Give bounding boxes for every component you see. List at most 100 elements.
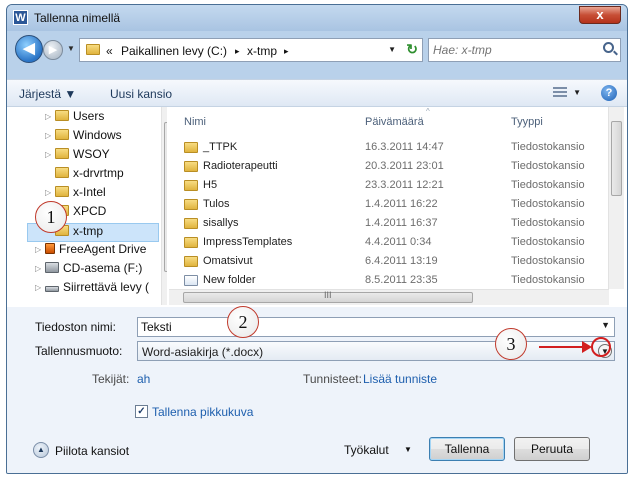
tools-menu[interactable]: Työkalut [344, 443, 389, 457]
nav-item-windows[interactable]: ▷ Windows [45, 128, 122, 147]
hide-folders-icon[interactable]: ▲ [33, 442, 49, 458]
expand-icon[interactable]: ▷ [45, 131, 55, 140]
navigation-bar: ◀ ▶ ▼ « Paikallinen levy (C:) ▸ x-tmp ▸ … [7, 31, 627, 71]
scrollbar-thumb[interactable] [164, 122, 167, 272]
annotation-marker-3: 3 [495, 328, 527, 360]
search-input[interactable] [433, 40, 593, 60]
tags-label: Tunnisteet: [303, 372, 362, 386]
table-row[interactable]: New folder 8.5.2011 23:35 Tiedostokansio [169, 271, 609, 290]
breadcrumb-separator[interactable]: ▸ [284, 46, 289, 57]
column-header-type[interactable]: Tyyppi [511, 116, 543, 128]
table-row[interactable]: _TTPK 16.3.2011 14:47 Tiedostokansio [169, 138, 609, 157]
table-row[interactable]: Tulos 1.4.2011 16:22 Tiedostokansio [169, 195, 609, 214]
filename-dropdown-icon[interactable]: ▼ [601, 320, 610, 330]
folder-icon [184, 256, 198, 267]
view-options-icon[interactable] [553, 87, 567, 98]
table-row[interactable]: sisallys 1.4.2011 16:37 Tiedostokansio [169, 214, 609, 233]
file-date: 1.4.2011 16:37 [365, 217, 438, 229]
cancel-button[interactable]: Peruuta [514, 437, 590, 461]
file-list-horizontal-scrollbar[interactable]: III [169, 289, 609, 305]
organize-menu[interactable]: Järjestä ▼ [19, 87, 76, 101]
breadcrumb-drive[interactable]: Paikallinen levy (C:) [121, 44, 227, 58]
breadcrumb-overflow[interactable]: « [106, 44, 113, 58]
breadcrumb-folder[interactable]: x-tmp [247, 44, 277, 58]
folder-icon [86, 44, 100, 55]
nav-item-label: WSOY [73, 147, 110, 161]
file-type: Tiedostokansio [511, 274, 585, 286]
file-date: 6.4.2011 13:19 [365, 255, 438, 267]
forward-button[interactable]: ▶ [43, 40, 63, 60]
expand-icon[interactable]: ▷ [45, 150, 55, 159]
save-as-dialog: W Tallenna nimellä x ◀ ▶ ▼ « Paikallinen… [6, 4, 628, 474]
add-tag-link[interactable]: Lisää tunniste [363, 372, 437, 386]
file-name: ImpressTemplates [203, 236, 293, 248]
nav-item-label: XPCD [73, 204, 107, 218]
filename-field[interactable]: ▼ [137, 317, 615, 337]
new-folder-button[interactable]: Uusi kansio [110, 87, 172, 101]
nav-item-users[interactable]: ▷ Users [45, 109, 104, 128]
breadcrumb-separator[interactable]: ▸ [235, 46, 240, 57]
file-type: Tiedostokansio [511, 217, 585, 229]
file-list: ^ Nimi Päivämäärä Tyyppi _TTPK 16.3.2011… [169, 107, 624, 305]
history-dropdown-icon[interactable]: ▼ [67, 44, 75, 53]
nav-item-label: Siirrettävä levy ( [63, 280, 150, 294]
file-list-vertical-scrollbar[interactable] [608, 107, 624, 289]
column-header-date[interactable]: Päivämäärä [365, 116, 424, 128]
table-row[interactable]: ImpressTemplates 4.4.2011 0:34 Tiedostok… [169, 233, 609, 252]
table-row[interactable]: Radioterapeutti 20.3.2011 23:01 Tiedosto… [169, 157, 609, 176]
savetype-select[interactable]: Word-asiakirja (*.docx) ▼ [137, 341, 615, 361]
address-dropdown-icon[interactable]: ▼ [388, 45, 396, 54]
nav-item-freeagent-drive[interactable]: ▷ FreeAgent Drive [35, 242, 146, 261]
nav-item-cd-drive[interactable]: ▷ CD-asema (F:) [35, 261, 142, 280]
file-date: 8.5.2011 23:35 [365, 274, 438, 286]
authors-label: Tekijät: [92, 372, 130, 386]
title-bar: W Tallenna nimellä x [7, 5, 627, 31]
folder-icon [184, 180, 198, 191]
address-bar[interactable]: « Paikallinen levy (C:) ▸ x-tmp ▸ ▼ ↻ [79, 38, 423, 62]
tools-dropdown-icon[interactable]: ▼ [404, 445, 412, 454]
file-name: Omatsivut [203, 255, 253, 267]
filename-label: Tiedoston nimi: [35, 320, 116, 334]
expand-icon[interactable]: ▷ [45, 112, 55, 121]
file-type: Tiedostokansio [511, 160, 585, 172]
folder-icon [184, 161, 198, 172]
table-row[interactable]: H5 23.3.2011 12:21 Tiedostokansio [169, 176, 609, 195]
file-date: 1.4.2011 16:22 [365, 198, 438, 210]
nav-item-label: x-drvrtmp [73, 166, 124, 180]
column-header-name[interactable]: Nimi [184, 116, 206, 128]
search-icon[interactable] [603, 42, 614, 53]
window-title: Tallenna nimellä [34, 11, 121, 25]
scrollbar-thumb[interactable] [611, 121, 622, 196]
nav-pane-scrollbar[interactable] [161, 107, 167, 305]
file-date: 16.3.2011 14:47 [365, 141, 444, 153]
view-dropdown-icon[interactable]: ▼ [573, 88, 581, 97]
file-name: Tulos [203, 198, 230, 210]
back-button[interactable]: ◀ [15, 35, 43, 63]
save-thumbnail-label[interactable]: Tallenna pikkukuva [152, 405, 253, 419]
new-folder-icon [184, 275, 198, 286]
scrollbar-thumb[interactable]: III [183, 290, 473, 303]
nav-item-wsoy[interactable]: ▷ WSOY [45, 147, 110, 166]
nav-item-x-drvrtmp[interactable]: x-drvrtmp [55, 166, 124, 185]
expand-icon[interactable]: ▷ [35, 264, 45, 273]
refresh-icon[interactable]: ↻ [406, 41, 418, 58]
table-row[interactable]: Omatsivut 6.4.2011 13:19 Tiedostokansio [169, 252, 609, 271]
folder-icon [55, 148, 69, 159]
browser-area: ▷ Users ▷ Windows ▷ WSOY x-drvrtmp ▷ x-Intel… [7, 107, 627, 307]
expand-icon[interactable]: ▷ [35, 245, 45, 254]
expand-icon[interactable]: ▷ [45, 188, 55, 197]
file-date: 4.4.2011 0:34 [365, 236, 432, 248]
cd-drive-icon [45, 262, 59, 273]
nav-item-label: Windows [73, 128, 122, 142]
save-thumbnail-checkbox[interactable]: ✓ [135, 405, 148, 418]
search-box[interactable] [428, 38, 621, 62]
close-button[interactable]: x [579, 6, 621, 24]
nav-item-label: Users [73, 109, 105, 123]
file-date: 20.3.2011 23:01 [365, 160, 444, 172]
hide-folders-button[interactable]: Piilota kansiot [55, 444, 129, 458]
expand-icon[interactable]: ▷ [35, 283, 45, 292]
nav-item-removable-drive[interactable]: ▷ Siirrettävä levy ( [35, 280, 149, 299]
help-icon[interactable]: ? [601, 85, 617, 101]
save-button[interactable]: Tallenna [429, 437, 505, 461]
authors-value[interactable]: ah [137, 372, 150, 386]
